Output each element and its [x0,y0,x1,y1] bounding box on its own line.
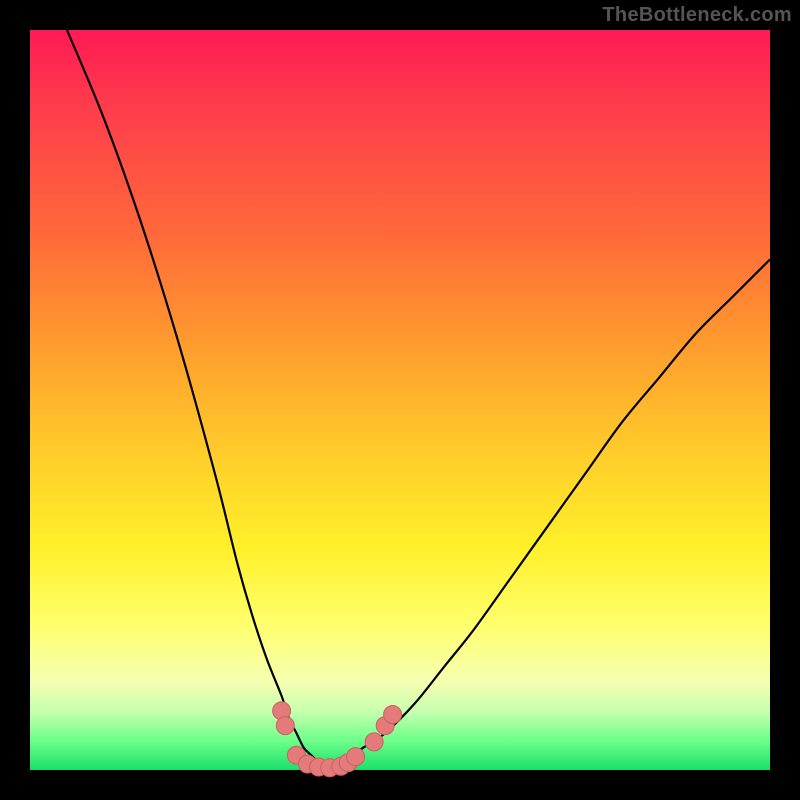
chart-frame: TheBottleneck.com [0,0,800,800]
data-marker [347,748,365,766]
left-curve [67,30,326,770]
chart-svg [30,30,770,770]
marker-group [273,702,402,777]
data-marker [276,717,294,735]
plot-area [30,30,770,770]
data-marker [384,706,402,724]
right-curve [326,259,770,770]
data-marker [365,733,383,751]
watermark-text: TheBottleneck.com [602,4,792,27]
